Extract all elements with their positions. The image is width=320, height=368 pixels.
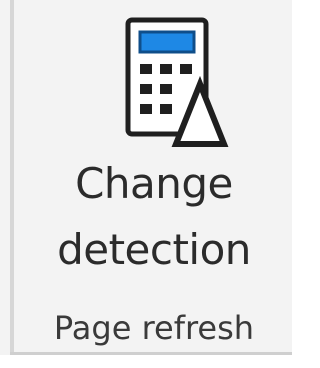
group-divider xyxy=(10,0,14,352)
change-detection-button[interactable]: Change detection xyxy=(26,0,282,300)
button-label-line1: Change xyxy=(75,159,233,208)
page-bottom xyxy=(0,355,292,368)
ribbon-panel: Change detection Page refresh xyxy=(0,0,292,368)
button-label-line2: detection xyxy=(57,225,251,274)
group-label: Page refresh xyxy=(53,309,255,347)
calculator-change-detection-icon xyxy=(122,14,230,152)
